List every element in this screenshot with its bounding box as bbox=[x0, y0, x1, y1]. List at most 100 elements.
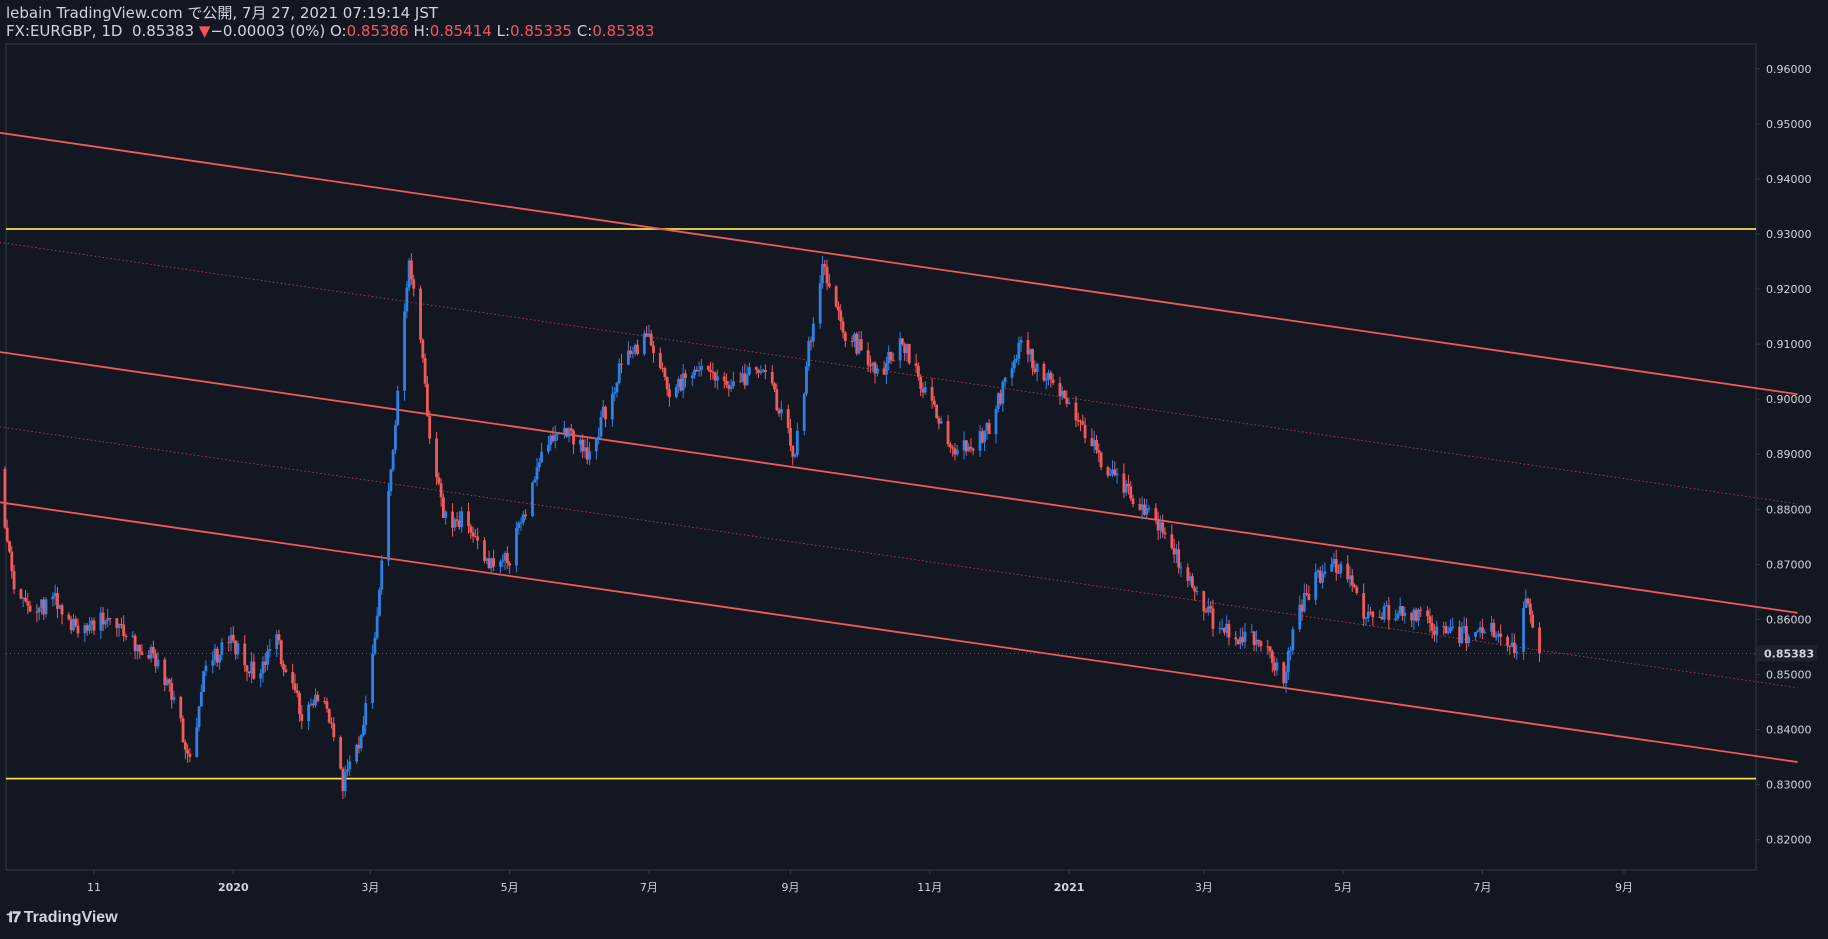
candle-body bbox=[987, 423, 991, 435]
candle-body bbox=[1001, 381, 1005, 404]
candle-body bbox=[779, 409, 783, 414]
candle-body bbox=[745, 374, 749, 386]
price-tick-label: 0.84000 bbox=[1766, 724, 1812, 737]
candle-body bbox=[1211, 608, 1215, 629]
candle-body bbox=[866, 350, 870, 366]
candle-body bbox=[971, 448, 975, 451]
candle-body bbox=[531, 482, 534, 517]
candle-body bbox=[716, 376, 719, 381]
candle-body bbox=[1483, 631, 1487, 633]
candle-body bbox=[709, 369, 712, 372]
candle-body bbox=[508, 563, 512, 566]
candle-body bbox=[1191, 576, 1194, 588]
candle-body bbox=[885, 363, 888, 375]
candle-body bbox=[231, 634, 235, 641]
candle-body bbox=[179, 696, 183, 719]
candle-body bbox=[1364, 618, 1368, 620]
candle-body bbox=[775, 389, 779, 411]
candle-body bbox=[1195, 591, 1199, 593]
candle-body bbox=[818, 283, 822, 324]
candle-body bbox=[636, 344, 639, 355]
candle-body bbox=[380, 560, 384, 590]
candle-body bbox=[795, 430, 799, 455]
channel-line[interactable] bbox=[0, 499, 1798, 763]
candle-body bbox=[1019, 340, 1023, 343]
channel-midline[interactable] bbox=[0, 239, 1798, 505]
candle-body bbox=[1081, 421, 1085, 425]
price-tick-label: 0.92000 bbox=[1766, 283, 1812, 296]
price-axis[interactable]: 0.96000 0.95000 0.94000 0.93000 0.92000 0.910… bbox=[1756, 63, 1812, 847]
candle-body bbox=[279, 640, 283, 665]
price-tick-label: 0.88000 bbox=[1766, 503, 1812, 516]
candle-body bbox=[1350, 575, 1354, 586]
channel-line[interactable] bbox=[0, 349, 1798, 614]
candle-body bbox=[834, 286, 838, 307]
candle-body bbox=[1494, 635, 1498, 638]
candle-body bbox=[1430, 622, 1434, 631]
candle-body bbox=[793, 454, 797, 457]
candle-body bbox=[631, 352, 635, 354]
candle-body bbox=[684, 373, 687, 378]
candle-body bbox=[501, 560, 505, 562]
price-tick-label: 0.89000 bbox=[1766, 448, 1812, 461]
candle-body bbox=[122, 624, 126, 637]
tradingview-logo[interactable]: 𝟏𝟕 TradingView bbox=[6, 909, 118, 927]
time-tick-label: 2020 bbox=[218, 881, 249, 894]
time-tick-label: 7月 bbox=[1473, 881, 1491, 894]
candle-body bbox=[202, 671, 206, 693]
candle-body bbox=[1154, 508, 1158, 519]
candle-body bbox=[1227, 623, 1231, 638]
candle-body bbox=[37, 607, 41, 613]
candle-body bbox=[389, 469, 393, 492]
candle-body bbox=[1179, 567, 1183, 569]
candle-body bbox=[914, 363, 918, 367]
candle-body bbox=[8, 541, 11, 552]
candle-body bbox=[10, 551, 14, 572]
price-chart[interactable]: 0.96000 0.95000 0.94000 0.93000 0.92000 0.910… bbox=[0, 0, 1828, 939]
candle-body bbox=[535, 467, 539, 480]
candle-body bbox=[923, 387, 927, 393]
candle-body bbox=[92, 620, 96, 631]
candle-body bbox=[620, 363, 623, 365]
candle-body bbox=[754, 367, 758, 370]
candle-body bbox=[1531, 614, 1535, 628]
candle-body bbox=[747, 367, 751, 375]
candle-body bbox=[515, 527, 518, 566]
candle-body bbox=[12, 571, 16, 590]
candle-body bbox=[919, 376, 923, 389]
price-tick-label: 0.95000 bbox=[1766, 118, 1812, 131]
candle-body bbox=[773, 383, 776, 390]
time-axis[interactable]: 11 2020 3月 5月 7月 9月 11月 2021 3月 5月 7月 9月 bbox=[87, 870, 1633, 894]
candle-body bbox=[1446, 631, 1450, 634]
trend-channel[interactable] bbox=[0, 130, 1798, 763]
candle-body bbox=[421, 339, 425, 359]
candle-body bbox=[394, 425, 397, 450]
horizontal-levels[interactable] bbox=[6, 228, 1756, 780]
time-tick-label: 7月 bbox=[640, 881, 658, 894]
candle-body bbox=[391, 449, 395, 470]
candle-body bbox=[729, 386, 733, 389]
candle-body bbox=[325, 701, 329, 709]
candle-body bbox=[419, 288, 422, 340]
candle-body bbox=[293, 683, 297, 691]
candle-body bbox=[1108, 474, 1112, 476]
candle-body bbox=[1115, 473, 1119, 476]
candle-body bbox=[1526, 598, 1530, 604]
candle-body bbox=[1259, 641, 1263, 647]
candle-body bbox=[471, 532, 475, 537]
candle-body bbox=[827, 283, 831, 287]
price-tick-label: 0.93000 bbox=[1766, 228, 1812, 241]
candle-body bbox=[594, 438, 598, 452]
candle-body bbox=[259, 673, 263, 679]
candle-body bbox=[346, 769, 349, 772]
candle-body bbox=[649, 333, 653, 346]
candle-body bbox=[364, 703, 368, 726]
candle-body bbox=[211, 660, 215, 666]
candle-body bbox=[348, 761, 352, 770]
candle-body bbox=[889, 351, 893, 361]
price-tick-label: 0.90000 bbox=[1766, 393, 1812, 406]
candle-body bbox=[1127, 483, 1130, 487]
candle-body bbox=[556, 432, 559, 435]
candle-body bbox=[807, 340, 811, 367]
candle-body bbox=[1426, 610, 1430, 617]
